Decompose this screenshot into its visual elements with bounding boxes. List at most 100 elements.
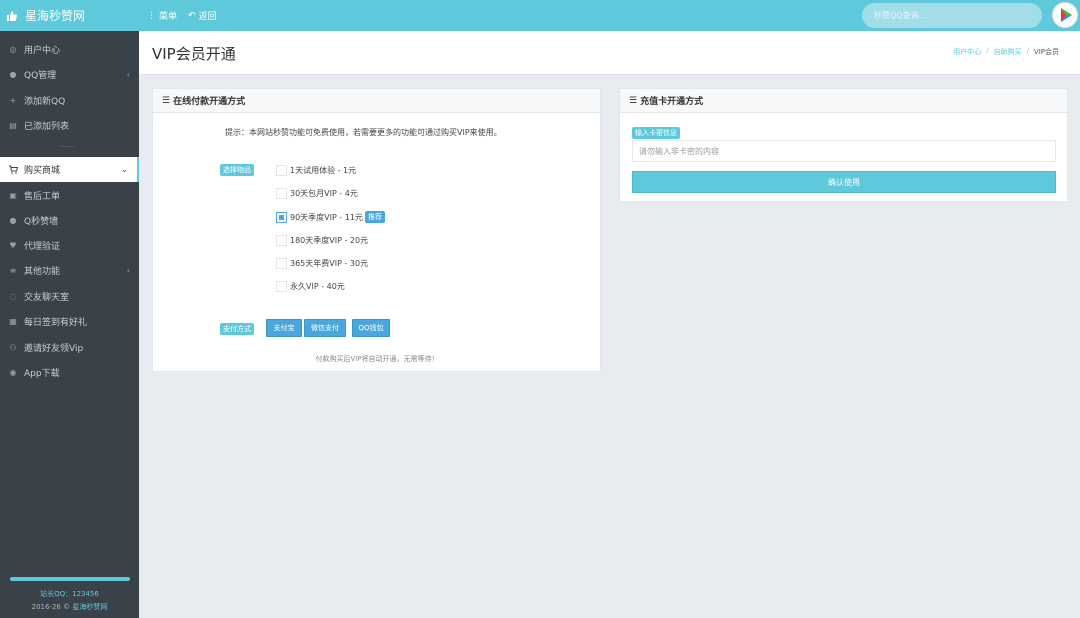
- option-checkbox[interactable]: [276, 258, 287, 269]
- pay-method-label: 支付方式: [220, 323, 254, 335]
- sidebar-item-label: 邀请好友领Vip: [24, 344, 84, 354]
- dashboard-icon: ◎: [9, 45, 17, 54]
- sidebar-item-chatroom[interactable]: ◌ 交友聊天室: [0, 284, 139, 309]
- vip-option-30day[interactable]: 30天包月VIP - 4元: [276, 188, 358, 199]
- back-button[interactable]: ↶ 返回: [188, 9, 217, 23]
- menu-icon: ≡: [9, 266, 17, 275]
- breadcrumb-user-center[interactable]: 用户中心: [953, 47, 981, 57]
- wechat-pay-button[interactable]: 微信支付: [304, 319, 346, 337]
- option-checkbox[interactable]: [276, 235, 287, 246]
- sidebar-item-other[interactable]: ≡ 其他功能 ‹: [0, 258, 139, 283]
- sidebar-item-label: 每日签到有好礼: [24, 318, 88, 328]
- vip-option-365day[interactable]: 365天年费VIP - 30元: [276, 258, 368, 269]
- card-input-label: 输入卡密信息: [632, 127, 680, 139]
- chevron-left-icon: ‹: [126, 266, 130, 275]
- breadcrumb-self-purchase[interactable]: 自助购买: [994, 47, 1022, 57]
- alipay-button[interactable]: 支付宝: [266, 319, 302, 337]
- copyright-site-link[interactable]: 星海秒赞网: [72, 603, 107, 611]
- chevron-left-icon: ‹: [126, 70, 130, 79]
- option-label: 365天年费VIP - 30元: [290, 259, 369, 268]
- sidebar-item-agent-verify[interactable]: ♥ 代理验证: [0, 233, 139, 258]
- chat-icon: ◌: [9, 292, 17, 301]
- breadcrumb: 用户中心 / 自助购买 / VIP会员: [948, 47, 1059, 57]
- qq-icon: ●: [9, 216, 17, 225]
- sidebar-item-app-download[interactable]: ◉ App下载: [0, 360, 139, 385]
- sidebar-item-user-center[interactable]: ◎ 用户中心: [0, 37, 139, 62]
- play-logo-icon: [1055, 5, 1075, 25]
- vip-option-180day[interactable]: 180天季度VIP - 20元: [276, 235, 368, 246]
- back-label: 返回: [198, 12, 217, 22]
- sidebar-item-invite[interactable]: ⚇ 邀请好友领Vip: [0, 335, 139, 360]
- sidebar-item-label: 添加新QQ: [24, 97, 66, 107]
- vip-tip-text: 提示：本网站秒赞功能可免费使用，若需要更多的功能可通过购买VIP来使用。: [225, 128, 502, 137]
- sidebar-footer-copyright: 2016-26 © 星海秒赞网: [0, 602, 139, 612]
- option-checkbox[interactable]: [276, 165, 287, 176]
- top-nav: ⋮ 菜单 ↶ 返回: [147, 0, 228, 31]
- sidebar-item-label: 其他功能: [24, 267, 61, 277]
- avatar[interactable]: [1052, 2, 1078, 28]
- heart-icon: ♥: [9, 241, 17, 250]
- sidebar-item-ticket[interactable]: ▣ 售后工单: [0, 183, 139, 208]
- reply-icon: ↶: [188, 10, 196, 21]
- user-add-icon: ⚇: [9, 343, 17, 352]
- option-label: 1天试用体验 - 1元: [290, 166, 357, 175]
- menu-button[interactable]: ⋮ 菜单: [147, 9, 178, 23]
- select-item-label: 选择物品: [220, 164, 254, 176]
- sidebar-item-label: 交友聊天室: [24, 293, 70, 303]
- option-label: 180天季度VIP - 20元: [290, 236, 369, 245]
- confirm-use-button[interactable]: 确认使用: [632, 171, 1056, 193]
- sidebar-item-shop[interactable]: 购买商城 ⌄: [0, 157, 139, 182]
- calendar-icon: ▦: [9, 317, 17, 326]
- breadcrumb-separator: /: [1026, 47, 1029, 55]
- online-panel-header: ☰ 在线付款开通方式: [153, 89, 600, 113]
- sidebar: ◎ 用户中心 ● QQ管理 ‹ + 添加新QQ ▤ 已添加列表 购买商城 ⌄ ▣…: [0, 31, 139, 618]
- sidebar-item-label: 用户中心: [24, 46, 61, 56]
- sidebar-item-label: 售后工单: [24, 192, 61, 202]
- vip-option-90day[interactable]: 90天季度VIP - 11元 推荐: [276, 211, 385, 223]
- sidebar-item-label: 代理验证: [24, 242, 61, 252]
- webmaster-qq: 站长QQ：123456: [40, 590, 99, 598]
- option-checkbox[interactable]: [276, 188, 287, 199]
- sidebar-item-qq-manage[interactable]: ● QQ管理 ‹: [0, 62, 139, 87]
- copyright-years: 2016-26 ©: [31, 603, 73, 611]
- option-checkbox[interactable]: [276, 211, 287, 223]
- card-panel-header: ☰ 充值卡开通方式: [620, 89, 1067, 113]
- sidebar-item-like-wall[interactable]: ● Q秒赞墙: [0, 208, 139, 233]
- option-label: 90天季度VIP - 11元: [290, 212, 363, 222]
- vip-option-forever[interactable]: 永久VIP - 40元: [276, 281, 345, 292]
- sidebar-item-add-qq[interactable]: + 添加新QQ: [0, 88, 139, 113]
- breadcrumb-current: VIP会员: [1033, 48, 1059, 56]
- sidebar-item-added-list[interactable]: ▤ 已添加列表: [0, 113, 139, 138]
- brand-name: 星海秒赞网: [25, 9, 86, 23]
- list-icon: ▤: [9, 121, 17, 130]
- page-header: VIP会员开通 用户中心 / 自助购买 / VIP会员: [139, 31, 1080, 75]
- plus-icon: +: [9, 96, 17, 105]
- ticket-icon: ▣: [9, 191, 17, 200]
- sidebar-item-label: Q秒赞墙: [24, 217, 59, 227]
- pay-note: 付款购买后VIP将自动开通，无需等待！: [315, 355, 439, 363]
- chevron-down-icon: ⌄: [121, 165, 128, 174]
- menu-label: 菜单: [159, 12, 178, 22]
- vip-option-1day[interactable]: 1天试用体验 - 1元: [276, 165, 356, 176]
- option-checkbox[interactable]: [276, 281, 287, 292]
- thumbs-up-icon: [6, 10, 18, 22]
- sidebar-divider: [60, 146, 74, 147]
- sidebar-item-label: 已添加列表: [24, 122, 70, 132]
- page-title: VIP会员开通: [152, 45, 236, 63]
- card-panel-title: 充值卡开通方式: [640, 97, 704, 107]
- sidebar-item-checkin[interactable]: ▦ 每日签到有好礼: [0, 309, 139, 334]
- brand[interactable]: 星海秒赞网: [0, 0, 139, 31]
- recommend-badge: 推荐: [365, 211, 385, 223]
- card-code-input[interactable]: [632, 140, 1056, 162]
- qq-search-input[interactable]: [862, 3, 1042, 28]
- sidebar-progress-bar: [10, 577, 130, 581]
- menu-lines-icon: ☰: [629, 95, 638, 106]
- qq-wallet-button[interactable]: QQ钱包: [352, 319, 390, 337]
- online-payment-panel: ☰ 在线付款开通方式 提示：本网站秒赞功能可免费使用，若需要更多的功能可通过购买…: [152, 88, 601, 372]
- option-label: 永久VIP - 40元: [290, 282, 345, 291]
- sidebar-footer-qq: 站长QQ：123456: [0, 589, 139, 599]
- sidebar-item-label: App下载: [24, 369, 60, 379]
- online-panel-title: 在线付款开通方式: [173, 97, 246, 107]
- sidebar-item-label: QQ管理: [24, 71, 57, 81]
- top-bar: 星海秒赞网 ⋮ 菜单 ↶ 返回: [0, 0, 1080, 31]
